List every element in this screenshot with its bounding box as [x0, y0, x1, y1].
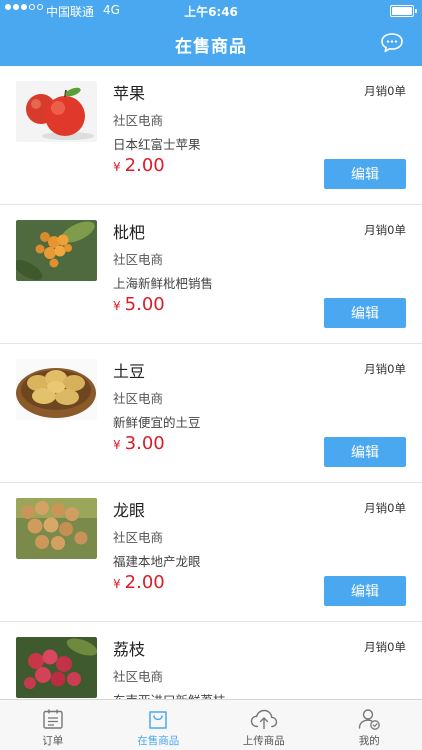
product-shop: 社区电商	[113, 669, 164, 684]
tab-label: 我的	[358, 735, 380, 747]
tab-orders[interactable]: 订单	[0, 700, 106, 750]
price-value: 3.00	[124, 433, 165, 454]
product-list[interactable]: 苹果 社区电商 日本红富士苹果 ¥2.00 月销0单 编辑 枇杷 社区电商 上海…	[0, 66, 422, 699]
tab-label: 上传商品	[242, 735, 285, 747]
chat-bubble-icon	[381, 33, 403, 53]
user-icon	[359, 709, 381, 730]
price-value: 5.00	[124, 294, 165, 315]
currency-symbol: ¥	[113, 438, 121, 452]
edit-button[interactable]: 编辑	[324, 576, 406, 606]
product-description: 东南亚进口新鲜荔枝	[113, 690, 226, 699]
tab-label: 订单	[42, 735, 64, 747]
product-shop: 社区电商	[113, 113, 164, 128]
message-button[interactable]	[380, 32, 404, 54]
product-image-longan	[16, 498, 97, 559]
product-price: ¥5.00	[113, 294, 165, 315]
product-price: ¥2.00	[113, 572, 165, 593]
product-description: 福建本地产龙眼	[113, 554, 201, 569]
status-bar: 中国联通 4G 上午6:46	[0, 0, 422, 22]
product-description: 新鲜便宜的土豆	[113, 415, 201, 430]
edit-button[interactable]: 编辑	[324, 437, 406, 467]
tab-label: 在售商品	[137, 735, 180, 747]
product-name: 土豆	[113, 362, 146, 381]
product-image-loquat	[16, 220, 97, 281]
monthly-sales: 月销0单	[364, 640, 406, 654]
product-name: 荔枝	[113, 640, 146, 659]
monthly-sales: 月销0单	[364, 84, 406, 98]
product-item[interactable]: 苹果 社区电商 日本红富士苹果 ¥2.00 月销0单 编辑	[0, 66, 422, 205]
cloud-upload-icon	[250, 709, 277, 729]
product-item[interactable]: 土豆 社区电商 新鲜便宜的土豆 ¥3.00 月销0单 编辑	[0, 344, 422, 483]
page-title: 在售商品	[175, 37, 247, 57]
product-shop: 社区电商	[113, 530, 164, 545]
product-price: ¥3.00	[113, 433, 165, 454]
product-description: 上海新鲜枇杷销售	[113, 276, 214, 291]
bag-icon	[149, 711, 167, 729]
edit-button[interactable]: 编辑	[324, 298, 406, 328]
currency-symbol: ¥	[113, 160, 121, 174]
status-time: 上午6:46	[184, 5, 238, 19]
product-item[interactable]: 枇杷 社区电商 上海新鲜枇杷销售 ¥5.00 月销0单 编辑	[0, 205, 422, 344]
calendar-icon	[43, 709, 63, 729]
app-header: 中国联通 4G 上午6:46 在售商品	[0, 0, 422, 66]
product-shop: 社区电商	[113, 252, 164, 267]
product-item[interactable]: 龙眼 社区电商 福建本地产龙眼 ¥2.00 月销0单 编辑	[0, 483, 422, 622]
monthly-sales: 月销0单	[364, 501, 406, 515]
price-value: 2.00	[124, 155, 165, 176]
currency-symbol: ¥	[113, 299, 121, 313]
product-price: ¥2.00	[113, 155, 165, 176]
battery-icon	[390, 5, 417, 17]
tab-profile[interactable]: 我的	[317, 700, 422, 750]
monthly-sales: 月销0单	[364, 223, 406, 237]
product-description: 日本红富士苹果	[113, 137, 201, 152]
tab-bar: 订单 在售商品 上传商品 我的	[0, 699, 422, 750]
product-image-potato	[16, 359, 97, 420]
product-name: 苹果	[113, 84, 146, 103]
edit-button[interactable]: 编辑	[324, 159, 406, 189]
monthly-sales: 月销0单	[364, 362, 406, 376]
product-shop: 社区电商	[113, 391, 164, 406]
product-name: 龙眼	[113, 501, 146, 520]
product-item[interactable]: 荔枝 社区电商 东南亚进口新鲜荔枝 月销0单	[0, 622, 422, 699]
price-value: 2.00	[124, 572, 165, 593]
tab-upload[interactable]: 上传商品	[211, 700, 317, 750]
currency-symbol: ¥	[113, 577, 121, 591]
product-name: 枇杷	[113, 223, 146, 242]
product-image-lychee	[16, 637, 97, 698]
tab-on-sale[interactable]: 在售商品	[106, 700, 212, 750]
product-image-apple	[16, 81, 97, 142]
